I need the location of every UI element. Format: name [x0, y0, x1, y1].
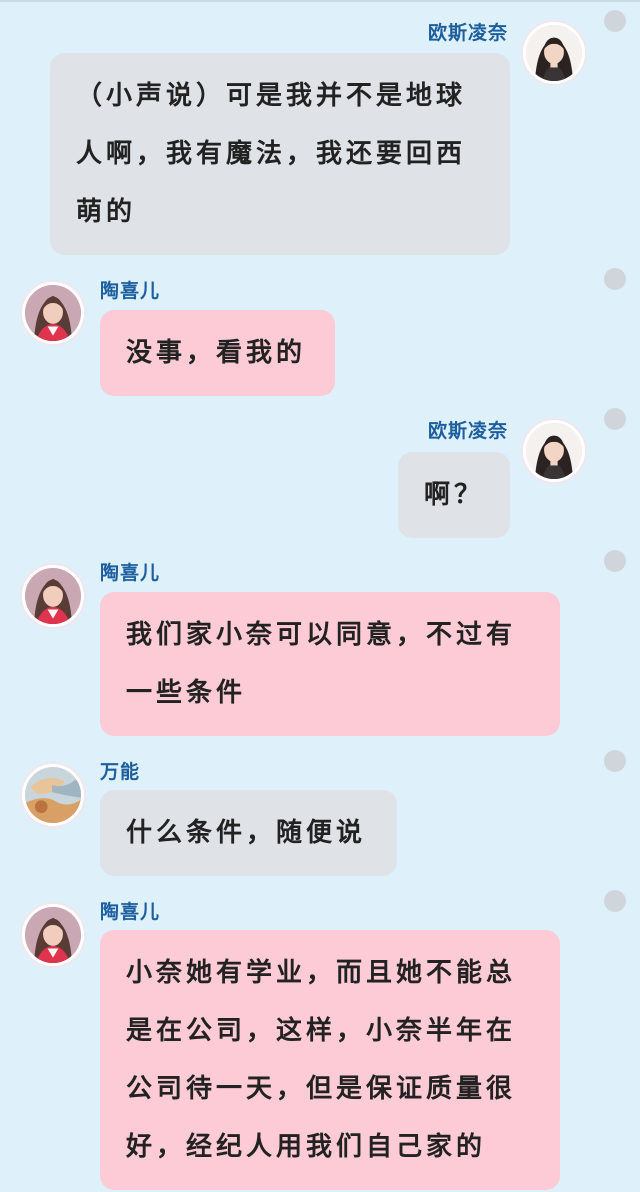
taoxier-avatar[interactable] — [22, 565, 84, 627]
sender-name: 万能 — [100, 761, 141, 783]
message-line: 没事，看我的 — [126, 338, 307, 368]
woman-portrait-icon — [25, 568, 81, 624]
message-bubble[interactable]: 没事，看我的 — [100, 310, 335, 396]
top-divider — [0, 0, 640, 2]
more-dot-icon[interactable] — [604, 890, 626, 912]
painting-avatar-icon — [25, 767, 81, 823]
message-bubble[interactable]: 啊？ — [398, 452, 510, 538]
woman-portrait-icon — [25, 285, 81, 341]
message-line: 一些条件 — [126, 678, 247, 708]
more-dot-icon[interactable] — [604, 550, 626, 572]
message-line: 什么条件，随便说 — [126, 818, 367, 848]
message-line: 我们家小奈可以同意，不过有 — [126, 620, 517, 650]
taoxier-avatar[interactable] — [22, 282, 84, 344]
message-bubble[interactable]: 小奈她有学业，而且她不能总 是在公司，这样，小奈半年在 公司待一天，但是保证质量… — [100, 930, 560, 1190]
message-bubble[interactable]: 我们家小奈可以同意，不过有 一些条件 — [100, 592, 560, 736]
sender-name: 欧斯凌奈 — [427, 420, 508, 442]
more-dot-icon[interactable] — [604, 268, 626, 290]
message-bubble[interactable]: 什么条件，随便说 — [100, 790, 397, 876]
woman-portrait-icon — [25, 907, 81, 963]
message-line: 公司待一天，但是保证质量很 — [126, 1074, 517, 1104]
message-line: （小声说）可是我并不是地球 — [76, 81, 467, 111]
ousi-avatar[interactable] — [523, 22, 585, 84]
girl-portrait-icon — [526, 25, 582, 81]
wanneng-avatar[interactable] — [22, 764, 84, 826]
message-line: 小奈她有学业，而且她不能总 — [126, 958, 517, 988]
message-bubble[interactable]: （小声说）可是我并不是地球 人啊，我有魔法，我还要回西 萌的 — [50, 53, 510, 255]
chat-view: 欧斯凌奈 （小声说）可是我并不是地球 人啊，我有魔法，我还要回西 萌的 陶喜儿 … — [0, 0, 640, 1192]
ousi-avatar[interactable] — [523, 420, 585, 482]
sender-name: 陶喜儿 — [100, 280, 161, 302]
message-line: 啊？ — [424, 480, 485, 510]
more-dot-icon[interactable] — [604, 408, 626, 430]
sender-name: 欧斯凌奈 — [427, 22, 508, 44]
sender-name: 陶喜儿 — [100, 901, 161, 923]
message-line: 是在公司，这样，小奈半年在 — [126, 1016, 517, 1046]
taoxier-avatar[interactable] — [22, 904, 84, 966]
message-line: 萌的 — [76, 197, 137, 227]
sender-name: 陶喜儿 — [100, 562, 161, 584]
message-line: 好，经纪人用我们自己家的 — [126, 1132, 487, 1162]
more-dot-icon[interactable] — [604, 750, 626, 772]
message-line: 人啊，我有魔法，我还要回西 — [76, 139, 467, 169]
more-dot-icon[interactable] — [604, 10, 626, 32]
girl-portrait-icon — [526, 423, 582, 479]
